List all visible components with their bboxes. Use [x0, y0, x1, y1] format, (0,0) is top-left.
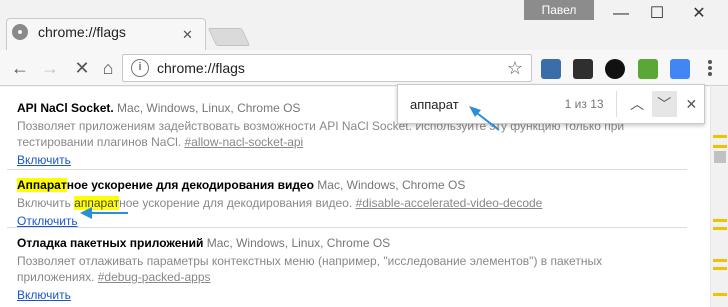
- new-tab-button[interactable]: [207, 28, 251, 46]
- flag-title: Аппаратное ускорение для декодирования в…: [17, 178, 466, 192]
- close-icon: ✕: [685, 96, 698, 112]
- tab-title: chrome://flags: [38, 24, 126, 40]
- url-text: chrome://flags: [157, 60, 245, 76]
- scrollbar[interactable]: [710, 87, 728, 307]
- find-match-marker: [713, 267, 727, 270]
- flag-item: Отладка пакетных приложений Mac, Windows…: [7, 227, 687, 304]
- minimize-button[interactable]: —: [606, 2, 636, 26]
- chevron-down-icon: ﹀: [657, 96, 672, 112]
- find-match-marker: [713, 145, 727, 148]
- annotation-arrow-icon: [80, 207, 128, 219]
- find-match-marker: [713, 227, 727, 230]
- scrollbar-thumb[interactable]: [714, 151, 726, 163]
- flag-title: Отладка пакетных приложений Mac, Windows…: [17, 236, 391, 250]
- menu-icon[interactable]: [704, 58, 716, 78]
- find-divider: [615, 91, 617, 117]
- bookmark-star-icon[interactable]: ☆: [507, 58, 523, 79]
- find-next-button[interactable]: ﹀: [651, 91, 677, 117]
- annotation-arrow-icon: [469, 106, 500, 131]
- address-bar[interactable]: i chrome://flags ☆: [122, 54, 532, 82]
- ext-3-icon[interactable]: [605, 59, 625, 79]
- profile-button[interactable]: Павел: [524, 0, 594, 20]
- toolbar: ← → ✕ ⌂ i chrome://flags ☆: [0, 50, 728, 86]
- find-match-marker: [713, 135, 727, 138]
- find-previous-button[interactable]: ︿: [625, 91, 650, 117]
- close-icon: ✕: [74, 58, 90, 78]
- find-match-marker: [713, 293, 727, 296]
- close-window-button[interactable]: ✕: [684, 2, 714, 26]
- chevron-up-icon: ︿: [630, 96, 645, 112]
- tab-close-icon[interactable]: ✕: [182, 27, 193, 43]
- find-match-marker: [713, 259, 727, 262]
- info-icon[interactable]: i: [131, 59, 149, 77]
- find-bar: аппарат 1 из 13 ︿ ﹀ ✕: [397, 84, 705, 124]
- flag-enable-link[interactable]: Включить: [17, 288, 71, 302]
- find-match-count: 1 из 13: [564, 97, 604, 111]
- forward-button[interactable]: →: [38, 56, 62, 80]
- ext-1-icon[interactable]: [541, 59, 561, 79]
- back-button[interactable]: ←: [8, 56, 32, 80]
- home-button[interactable]: ⌂: [96, 56, 120, 80]
- ext-2-icon[interactable]: [573, 59, 593, 79]
- ext-5-icon[interactable]: [670, 59, 690, 79]
- flag-enable-link[interactable]: Включить: [17, 153, 71, 167]
- title-bar: chrome://flags ✕ Павел — ☐ ✕: [0, 0, 728, 50]
- ext-4-icon[interactable]: [638, 59, 658, 79]
- radioactive-icon: [12, 24, 28, 40]
- flag-description: Позволяет отлаживать параметры контекстн…: [17, 254, 603, 284]
- flag-disable-link[interactable]: Отключить: [17, 214, 78, 228]
- home-icon: ⌂: [102, 58, 114, 78]
- flag-item: Аппаратное ускорение для декодирования в…: [7, 169, 687, 230]
- find-match-marker: [713, 219, 727, 222]
- maximize-button[interactable]: ☐: [642, 2, 672, 26]
- reload-button[interactable]: ✕: [70, 56, 94, 80]
- tab-content: chrome://flags: [12, 24, 126, 40]
- find-close-button[interactable]: ✕: [679, 91, 704, 117]
